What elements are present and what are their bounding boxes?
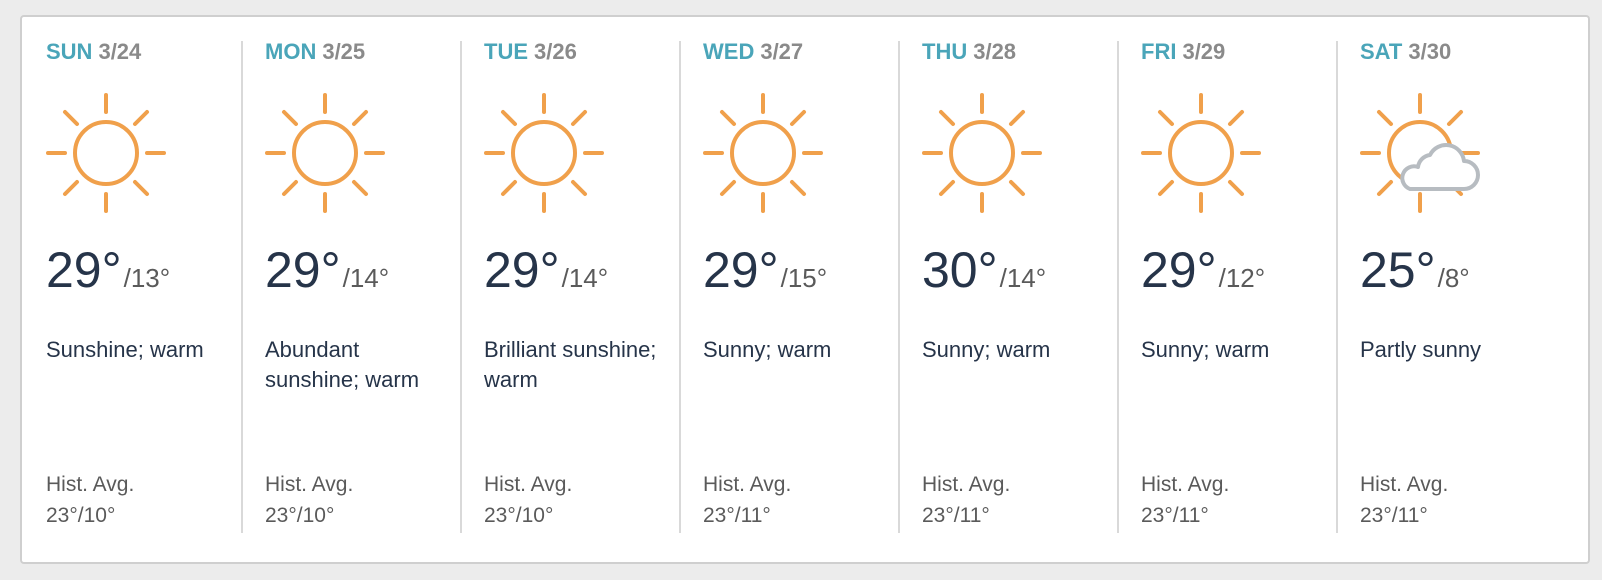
hist-label: Hist. Avg. [1141,473,1230,496]
hist-value: 23°/11° [1141,504,1209,527]
day-column[interactable]: MON 3/25 29°/14° Abundant sunshine; warm … [241,17,465,562]
day-name: TUE [484,39,528,64]
high-temp: 29° [484,242,560,298]
day-column[interactable]: WED 3/27 29°/15° Sunny; warm Hist. Avg. 2… [679,17,903,562]
day-header: MON 3/25 [265,39,365,65]
day-header: FRI 3/29 [1141,39,1225,65]
temperatures: 29°/14° [484,241,608,299]
day-date: 3/28 [973,39,1017,64]
historical-average: Hist. Avg. 23°/11° [703,469,791,531]
day-date: 3/27 [760,39,804,64]
day-column[interactable]: TUE 3/26 29°/14° Brilliant sunshine; warm… [460,17,684,562]
sun-icon [703,93,823,213]
day-name: SUN [46,39,93,64]
partly-sunny-icon [1360,93,1480,213]
day-name: FRI [1141,39,1177,64]
day-date: 3/24 [98,39,142,64]
historical-average: Hist. Avg. 23°/11° [922,469,1010,531]
forecast-card: SUN 3/24 29°/13° Sunshine; warm Hist. Avg… [20,15,1590,564]
weather-phrase: Abundant sunshine; warm [265,337,420,392]
day-name: SAT [1360,39,1403,64]
day-date: 3/25 [322,39,366,64]
hist-value: 23°/10° [46,504,116,527]
low-temp: /14° [999,263,1047,293]
day-header: WED 3/27 [703,39,803,65]
low-temp: /14° [342,263,390,293]
weather-phrase: Brilliant sunshine; warm [484,337,657,392]
low-temp: /15° [780,263,828,293]
historical-average: Hist. Avg. 23°/10° [46,469,134,531]
hist-value: 23°/10° [484,504,554,527]
sun-icon [922,93,1042,213]
hist-label: Hist. Avg. [1360,473,1449,496]
day-column[interactable]: FRI 3/29 29°/12° Sunny; warm Hist. Avg. 2… [1117,17,1341,562]
high-temp: 29° [1141,242,1217,298]
temperatures: 29°/12° [1141,241,1265,299]
day-name: THU [922,39,968,64]
sun-icon [46,93,166,213]
day-name: MON [265,39,317,64]
day-header: SUN 3/24 [46,39,141,65]
hist-value: 23°/11° [1360,504,1428,527]
day-column[interactable]: SUN 3/24 29°/13° Sunshine; warm Hist. Avg… [22,17,246,562]
temperatures: 29°/15° [703,241,827,299]
hist-value: 23°/10° [265,504,335,527]
historical-average: Hist. Avg. 23°/11° [1141,469,1229,531]
low-temp: /13° [123,263,171,293]
historical-average: Hist. Avg. 23°/11° [1360,469,1448,531]
day-date: 3/26 [534,39,577,64]
low-temp: /8° [1437,263,1470,293]
hist-value: 23°/11° [703,504,771,527]
sun-icon [484,93,604,213]
high-temp: 30° [922,242,998,298]
weather-phrase: Partly sunny [1360,337,1482,362]
high-temp: 29° [46,242,122,298]
high-temp: 29° [265,242,341,298]
hist-label: Hist. Avg. [265,473,354,496]
weather-phrase: Sunshine; warm [46,337,204,362]
hist-label: Hist. Avg. [46,473,135,496]
low-temp: /14° [561,263,609,293]
temperatures: 29°/13° [46,241,170,299]
high-temp: 25° [1360,242,1436,298]
historical-average: Hist. Avg. 23°/10° [484,469,572,531]
weather-phrase: Sunny; warm [703,337,832,362]
temperatures: 29°/14° [265,241,389,299]
weather-phrase: Sunny; warm [922,337,1051,362]
low-temp: /12° [1218,263,1266,293]
hist-label: Hist. Avg. [484,473,573,496]
sun-icon [265,93,385,213]
weather-phrase: Sunny; warm [1141,337,1270,362]
day-date: 3/29 [1182,39,1226,64]
day-column[interactable]: THU 3/28 30°/14° Sunny; warm Hist. Avg. 2… [898,17,1122,562]
hist-label: Hist. Avg. [922,473,1011,496]
high-temp: 29° [703,242,779,298]
temperatures: 25°/8° [1360,241,1470,299]
day-name: WED [703,39,755,64]
day-header: THU 3/28 [922,39,1016,65]
temperatures: 30°/14° [922,241,1046,299]
hist-value: 23°/11° [922,504,990,527]
sun-icon [1141,93,1261,213]
day-date: 3/30 [1408,39,1452,64]
historical-average: Hist. Avg. 23°/10° [265,469,353,531]
day-header: TUE 3/26 [484,39,577,65]
hist-label: Hist. Avg. [703,473,792,496]
day-header: SAT 3/30 [1360,39,1451,65]
day-column[interactable]: SAT 3/30 25°/8° Partly sunny Hist. Avg. 2… [1336,17,1560,562]
